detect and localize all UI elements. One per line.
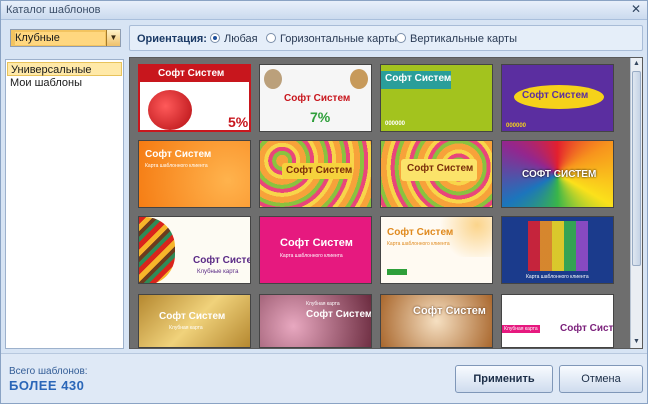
gallery-scrollbar[interactable]: ▲ ▼ — [630, 58, 642, 348]
strawberry-image — [148, 90, 192, 130]
template-card[interactable]: Софт Систем — [259, 140, 372, 208]
orientation-label: Ориентация: — [137, 33, 207, 45]
catalog-window: Каталог шаблонов ✕ Клубные ▼ Универсальн… — [0, 0, 648, 404]
close-icon[interactable]: ✕ — [629, 2, 643, 16]
footer-bar: Всего шаблонов: БОЛЕЕ 430 Применить Отме… — [1, 353, 647, 403]
templates-count-value: БОЛЕЕ 430 — [9, 378, 85, 393]
template-card[interactable]: Софт Систем Карта шаблонного клиента — [138, 140, 251, 208]
apply-button[interactable]: Применить — [455, 365, 553, 393]
template-card[interactable]: Софт Систем 7% — [259, 64, 372, 132]
template-card[interactable]: Софт Систем 000000 — [380, 64, 493, 132]
category-dropdown-value: Клубные — [15, 32, 105, 45]
template-gallery: Софт Систем 5% Софт Систем 7% Софт Систе… — [129, 57, 643, 349]
template-card[interactable]: Софт Систем Клубная карта — [259, 294, 372, 348]
template-card[interactable]: Софт Систем — [380, 294, 493, 348]
radio-horizontal[interactable]: Горизонтальные карты — [266, 32, 397, 46]
template-card[interactable]: Софт Систем 5% — [138, 64, 251, 132]
template-card[interactable]: Софт Систем Клубная карта — [501, 294, 614, 348]
orientation-bar: Ориентация: Любая Горизонтальные карты В… — [129, 25, 643, 51]
template-card[interactable]: СОФТ СИСТЕМ — [501, 140, 614, 208]
window-title: Каталог шаблонов — [6, 4, 101, 16]
left-panel: Клубные ▼ Универсальные Мои шаблоны — [5, 23, 124, 349]
template-card[interactable]: Софт Систем Карта шаблонного клиента — [259, 216, 372, 284]
list-item-my-templates[interactable]: Мои шаблоны — [7, 76, 122, 90]
radio-dot-icon — [266, 33, 276, 43]
templates-list: Универсальные Мои шаблоны — [5, 59, 124, 349]
scroll-thumb[interactable] — [632, 71, 641, 266]
scroll-up-icon[interactable]: ▲ — [631, 58, 642, 70]
radio-vertical[interactable]: Вертикальные карты — [396, 32, 517, 46]
template-card[interactable]: Софт Систем Карта шаблонного клиента — [380, 216, 493, 284]
template-card[interactable]: Софт Систем Клубная карта — [138, 294, 251, 348]
templates-count-label: Всего шаблонов: — [9, 366, 88, 377]
radio-any[interactable]: Любая — [210, 32, 258, 46]
template-card[interactable]: Софт Систем Клубные карта — [138, 216, 251, 284]
radio-dot-icon — [210, 33, 220, 43]
radio-dot-icon — [396, 33, 406, 43]
scroll-down-icon[interactable]: ▼ — [631, 336, 642, 348]
template-card[interactable]: Софт Систем — [380, 140, 493, 208]
list-item-universal[interactable]: Универсальные — [7, 62, 122, 76]
cancel-button[interactable]: Отмена — [559, 365, 643, 393]
template-card[interactable]: Карта шаблонного клиента — [501, 216, 614, 284]
template-card[interactable]: Софт Систем 000000 — [501, 64, 614, 132]
category-dropdown[interactable]: Клубные ▼ — [10, 29, 121, 47]
chevron-down-icon[interactable]: ▼ — [106, 30, 120, 46]
title-bar: Каталог шаблонов ✕ — [1, 1, 647, 20]
